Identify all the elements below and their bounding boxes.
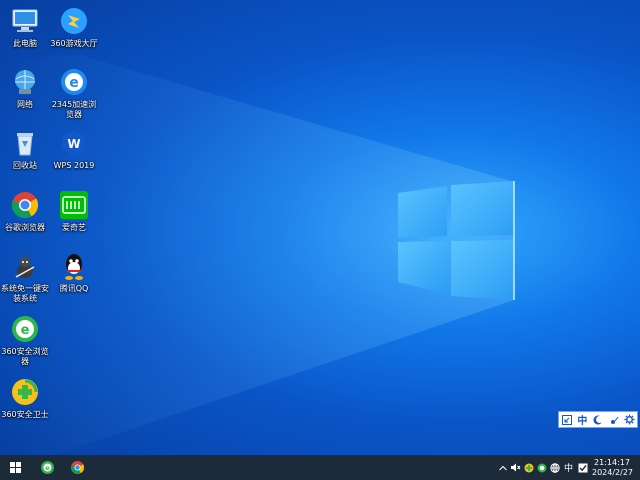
chrome-icon	[70, 461, 84, 475]
ime-indicator[interactable]: 中	[561, 455, 576, 480]
taskbar-app-360-browser[interactable]: e	[36, 455, 58, 480]
desktop-icon-label: WPS 2019	[53, 161, 95, 170]
desktop-icon-label: 系统免一键安装系统	[1, 284, 49, 303]
network-icon	[15, 70, 35, 94]
desktop-icon-label: 此电脑	[13, 39, 37, 48]
360-browser-icon: e	[12, 316, 38, 342]
computer-icon	[12, 9, 38, 32]
desktop-icon-label: 360安全卫士	[1, 410, 49, 419]
desktop-icon-2345-browser[interactable]: e 2345加速浏览器	[49, 67, 99, 120]
desktop-icon-label: 爱奇艺	[62, 223, 86, 232]
desktop-icon-this-pc[interactable]: 此电脑	[0, 6, 50, 49]
desktop-icon-system-install[interactable]: 系统免一键安装系统	[0, 251, 50, 304]
ime-toolbar[interactable]: 中	[558, 411, 638, 428]
desktop-icon-label: 360游戏大厅	[50, 39, 98, 48]
desktop-icon-360-security[interactable]: 360安全卫士	[0, 377, 50, 420]
ime-mode-label[interactable]: 中	[575, 413, 589, 427]
360-browser-tray-icon[interactable]	[535, 455, 548, 480]
arrow-icon[interactable]	[560, 413, 574, 427]
system-tray: 中 21:14:17 2024/2/27	[496, 455, 640, 480]
360-game-icon	[61, 8, 87, 34]
desktop-icon-qq[interactable]: 腾讯QQ	[49, 251, 99, 294]
taskbar: e 中 21:14:17 2024/2/27	[0, 455, 640, 480]
desktop-icon-recycle-bin[interactable]: 回收站	[0, 128, 50, 171]
2345-browser-icon: e	[61, 69, 87, 95]
desktop-icon-chrome[interactable]: 谷歌浏览器	[0, 190, 50, 233]
iqiyi-icon	[60, 191, 88, 219]
moon-icon[interactable]	[591, 413, 605, 427]
network-globe-icon[interactable]	[548, 455, 561, 480]
show-desktop-button[interactable]	[632, 455, 640, 480]
desktop-icon-label: 腾讯QQ	[59, 284, 89, 293]
desktop-icon-label: 回收站	[13, 161, 37, 170]
desktop-icon-360-game[interactable]: 360游戏大厅	[49, 6, 99, 49]
dot-icon[interactable]	[607, 413, 621, 427]
360-security-tray-icon[interactable]	[522, 455, 535, 480]
desktop-icon-network[interactable]: 网络	[0, 67, 50, 110]
clock[interactable]: 21:14:17 2024/2/27	[592, 457, 634, 478]
desktop-icon-wps[interactable]: W WPS 2019	[49, 128, 99, 171]
svg-text:e: e	[45, 464, 50, 472]
clock-date: 2024/2/27	[592, 467, 634, 477]
desktop-icon-label: 2345加速浏览器	[51, 100, 97, 119]
360-browser-icon: e	[40, 461, 54, 474]
gear-icon[interactable]	[622, 413, 636, 427]
taskbar-app-chrome[interactable]	[66, 455, 88, 480]
qq-icon	[65, 254, 83, 280]
clock-time: 21:14:17	[594, 457, 630, 467]
desktop-icon-label: 360安全浏览器	[1, 347, 49, 366]
desktop-icon-iqiyi[interactable]: 爱奇艺	[49, 190, 99, 233]
start-icon	[9, 462, 21, 473]
svg-text:e: e	[69, 75, 79, 91]
desktop-icon-label: 网络	[17, 100, 33, 109]
checkbox-tray-icon[interactable]	[576, 455, 589, 480]
desktop: 此电脑 360游戏大厅 网络 e 2345加速浏览器 回收站 W WPS 201…	[0, 0, 640, 455]
desktop-icon-label: 谷歌浏览器	[5, 223, 45, 232]
desktop-icon-360-browser[interactable]: e 360安全浏览器	[0, 314, 50, 367]
svg-text:e: e	[21, 323, 30, 338]
svg-text:W: W	[67, 137, 80, 151]
chrome-icon	[11, 192, 39, 219]
wps-icon: W	[62, 130, 86, 156]
start-button[interactable]	[4, 455, 26, 480]
chevron-up-icon[interactable]	[496, 455, 509, 480]
system-install-icon	[15, 252, 35, 278]
360-security-icon	[12, 379, 38, 405]
speaker-muted-icon[interactable]	[509, 455, 522, 480]
recycle-bin-icon	[17, 133, 33, 156]
